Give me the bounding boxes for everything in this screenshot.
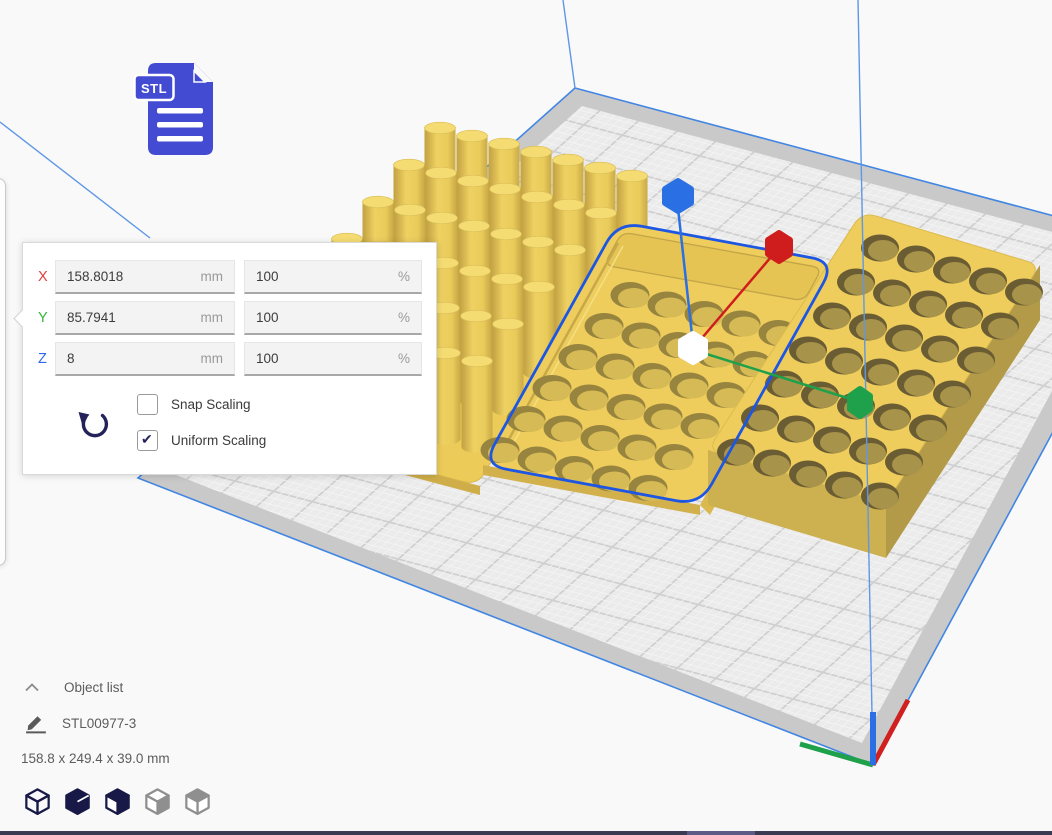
z-scale-unit: % [398,351,410,366]
y-scale-field[interactable]: % [244,301,422,335]
uniform-check-mark: ✔ [141,431,153,448]
bottom-bar-segment [687,831,755,835]
uniform-scaling-row: ✔ Uniform Scaling [137,429,266,451]
x-size-unit: mm [201,269,224,284]
x-size-input[interactable] [67,269,193,284]
scale-handle-z-blue[interactable] [665,181,691,211]
scale-row-x: X mm % [23,260,436,294]
scale-handle-center-white[interactable] [681,334,705,362]
z-size-field[interactable]: mm [55,342,235,376]
mesh-type-buttons [22,786,213,815]
x-scale-field[interactable]: % [244,260,422,294]
x-scale-unit: % [398,269,410,284]
x-scale-input[interactable] [256,269,390,284]
stl-badge-label: STL [141,81,167,96]
object-list-title: Object list [64,680,123,695]
object-list-header[interactable]: Object list [24,680,123,695]
cube-front-face-icon[interactable] [102,786,133,815]
scale-row-y: Y mm % [23,301,436,335]
application-window: STL X mm % Y mm [0,0,1052,835]
stl-file-icon[interactable]: STL [133,62,215,156]
y-size-unit: mm [201,310,224,325]
y-scale-unit: % [398,310,410,325]
snap-scaling-row: Snap Scaling [137,393,251,415]
cube-right-face-gray-icon[interactable] [142,786,173,815]
scale-tool-panel: X mm % Y mm % Z mm [22,242,437,475]
y-scale-input[interactable] [256,310,390,325]
y-size-input[interactable] [67,310,193,325]
cube-top-face-gray-icon[interactable] [182,786,213,815]
cube-solid-icon[interactable] [62,786,93,815]
chevron-up-icon [24,683,40,692]
pencil-edit-icon [24,713,49,734]
reset-circular-arrow-icon [75,405,111,441]
reset-scale-button[interactable] [75,405,111,441]
cube-wireframe-icon[interactable] [22,786,53,815]
y-size-field[interactable]: mm [55,301,235,335]
axis-y-label: Y [38,301,56,335]
object-list-item[interactable]: STL00977-3 [24,713,136,734]
z-size-input[interactable] [67,351,193,366]
object-dimensions: 158.8 x 249.4 x 39.0 mm [21,751,170,766]
x-size-field[interactable]: mm [55,260,235,294]
snap-scaling-label: Snap Scaling [171,397,251,412]
z-size-unit: mm [201,351,224,366]
axis-z-label: Z [38,342,56,376]
toolbar-panel-edge [0,178,6,566]
z-scale-field[interactable]: % [244,342,422,376]
scale-handle-y-green[interactable] [850,389,870,416]
scale-row-z: Z mm % [23,342,436,376]
bottom-status-bar [0,831,1052,835]
scale-handle-x-red[interactable] [768,233,790,261]
z-scale-input[interactable] [256,351,390,366]
snap-scaling-checkbox[interactable] [137,394,158,415]
object-item-name: STL00977-3 [62,716,136,731]
uniform-scaling-checkbox[interactable]: ✔ [137,430,158,451]
axis-x-label: X [38,260,56,294]
uniform-scaling-label: Uniform Scaling [171,433,266,448]
